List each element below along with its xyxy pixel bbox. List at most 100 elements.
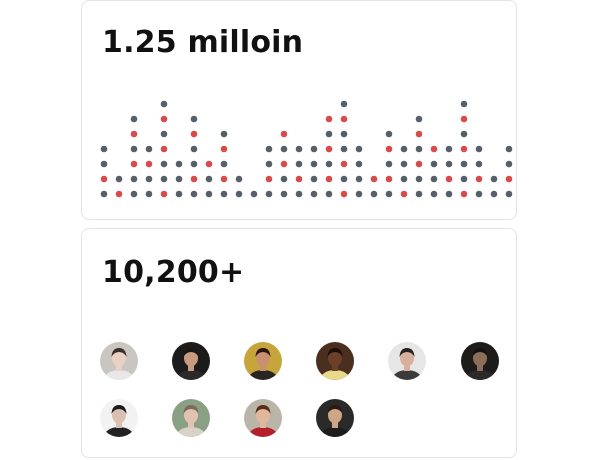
dot-12-2 bbox=[280, 160, 288, 168]
members-count: 10,200+ bbox=[102, 255, 245, 290]
dot-4-3 bbox=[160, 145, 168, 153]
dot-3-2 bbox=[145, 160, 153, 168]
dot-15-3 bbox=[325, 145, 333, 153]
dot-14-2 bbox=[310, 160, 318, 168]
dot-24-1 bbox=[460, 175, 468, 183]
dot-25-3 bbox=[475, 145, 483, 153]
dot-24-6 bbox=[460, 100, 468, 108]
dot-12-1 bbox=[280, 175, 288, 183]
dot-21-1 bbox=[415, 175, 423, 183]
dot-8-4 bbox=[220, 130, 228, 138]
avatar-3[interactable] bbox=[244, 342, 282, 380]
dot-16-3 bbox=[340, 145, 348, 153]
dot-4-2 bbox=[160, 160, 168, 168]
dot-6-5 bbox=[190, 115, 198, 123]
dot-3-0 bbox=[145, 190, 153, 198]
dot-6-4 bbox=[190, 130, 198, 138]
dot-20-2 bbox=[400, 160, 408, 168]
avatar-2[interactable] bbox=[172, 342, 210, 380]
dot-2-1 bbox=[130, 175, 138, 183]
dot-17-2 bbox=[355, 160, 363, 168]
avatar-10[interactable] bbox=[316, 399, 354, 437]
dot-21-0 bbox=[415, 190, 423, 198]
dot-21-3 bbox=[415, 145, 423, 153]
dot-13-3 bbox=[295, 145, 303, 153]
dot-25-2 bbox=[475, 160, 483, 168]
dot-8-0 bbox=[220, 190, 228, 198]
dot-2-2 bbox=[130, 160, 138, 168]
dot-matrix-chart bbox=[100, 100, 513, 198]
dot-16-5 bbox=[340, 115, 348, 123]
dot-16-6 bbox=[340, 100, 348, 108]
dot-12-0 bbox=[280, 190, 288, 198]
dot-26-1 bbox=[490, 175, 498, 183]
dot-18-1 bbox=[370, 175, 378, 183]
avatar-5[interactable] bbox=[388, 342, 426, 380]
dot-16-1 bbox=[340, 175, 348, 183]
dot-19-1 bbox=[385, 175, 393, 183]
dot-3-1 bbox=[145, 175, 153, 183]
dot-21-4 bbox=[415, 130, 423, 138]
dot-15-4 bbox=[325, 130, 333, 138]
dot-11-2 bbox=[265, 160, 273, 168]
dot-11-1 bbox=[265, 175, 273, 183]
dot-21-5 bbox=[415, 115, 423, 123]
dot-17-1 bbox=[355, 175, 363, 183]
dot-12-4 bbox=[280, 130, 288, 138]
dot-17-3 bbox=[355, 145, 363, 153]
dot-12-3 bbox=[280, 145, 288, 153]
dot-16-0 bbox=[340, 190, 348, 198]
dot-0-2 bbox=[100, 160, 108, 168]
avatar-7[interactable] bbox=[100, 399, 138, 437]
dot-10-0 bbox=[250, 190, 258, 198]
dot-15-0 bbox=[325, 190, 333, 198]
dot-0-3 bbox=[100, 145, 108, 153]
avatar-4[interactable] bbox=[316, 342, 354, 380]
dot-23-3 bbox=[445, 145, 453, 153]
dot-0-0 bbox=[100, 190, 108, 198]
dot-11-3 bbox=[265, 145, 273, 153]
avatar-6[interactable] bbox=[461, 342, 499, 380]
dot-25-0 bbox=[475, 190, 483, 198]
dot-19-4 bbox=[385, 130, 393, 138]
dot-13-2 bbox=[295, 160, 303, 168]
dot-5-2 bbox=[175, 160, 183, 168]
dot-7-0 bbox=[205, 190, 213, 198]
dot-8-2 bbox=[220, 160, 228, 168]
dot-19-3 bbox=[385, 145, 393, 153]
dot-23-0 bbox=[445, 190, 453, 198]
dot-8-3 bbox=[220, 145, 228, 153]
dot-2-4 bbox=[130, 130, 138, 138]
dot-2-3 bbox=[130, 145, 138, 153]
dot-27-3 bbox=[505, 145, 513, 153]
dot-16-4 bbox=[340, 130, 348, 138]
dot-18-0 bbox=[370, 190, 378, 198]
dot-14-3 bbox=[310, 145, 318, 153]
dot-6-0 bbox=[190, 190, 198, 198]
dot-19-0 bbox=[385, 190, 393, 198]
dot-23-2 bbox=[445, 160, 453, 168]
dot-7-2 bbox=[205, 160, 213, 168]
dot-15-2 bbox=[325, 160, 333, 168]
dot-4-1 bbox=[160, 175, 168, 183]
dot-20-1 bbox=[400, 175, 408, 183]
dot-24-3 bbox=[460, 145, 468, 153]
dot-27-0 bbox=[505, 190, 513, 198]
avatar-9[interactable] bbox=[244, 399, 282, 437]
dot-7-1 bbox=[205, 175, 213, 183]
dot-24-0 bbox=[460, 190, 468, 198]
listens-card: 1.25 milloin bbox=[81, 0, 517, 220]
dot-4-0 bbox=[160, 190, 168, 198]
avatar-8[interactable] bbox=[172, 399, 210, 437]
dot-22-2 bbox=[430, 160, 438, 168]
members-card: 10,200+ bbox=[81, 228, 517, 458]
dot-1-0 bbox=[115, 190, 123, 198]
dot-1-1 bbox=[115, 175, 123, 183]
dot-15-5 bbox=[325, 115, 333, 123]
avatar-1[interactable] bbox=[100, 342, 138, 380]
dot-6-2 bbox=[190, 160, 198, 168]
dot-6-3 bbox=[190, 145, 198, 153]
dot-22-3 bbox=[430, 145, 438, 153]
dot-27-1 bbox=[505, 175, 513, 183]
dot-15-1 bbox=[325, 175, 333, 183]
